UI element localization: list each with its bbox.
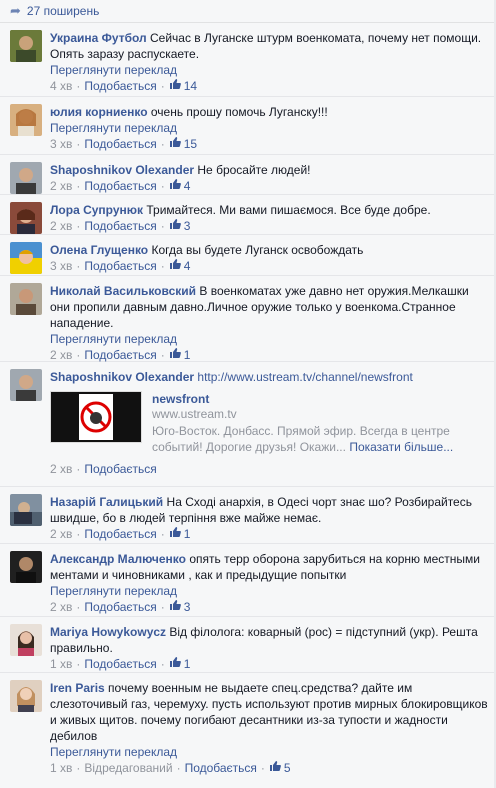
avatar[interactable] xyxy=(10,202,42,234)
translate-link[interactable]: Переглянути переклад xyxy=(50,744,488,760)
show-more-link[interactable]: Показати більше... xyxy=(349,440,453,454)
like-button[interactable]: Подобається xyxy=(84,461,156,478)
like-count[interactable]: 1 xyxy=(184,656,191,673)
like-button[interactable]: Подобається xyxy=(84,656,156,673)
like-count[interactable]: 4 xyxy=(184,178,191,195)
comment-text: Не бросайте людей! xyxy=(197,163,311,177)
like-button[interactable]: Подобається xyxy=(84,526,156,543)
avatar[interactable] xyxy=(10,162,42,194)
like-button[interactable]: Подобається xyxy=(84,78,156,95)
comment-time[interactable]: 2 хв xyxy=(50,526,72,543)
like-count[interactable]: 5 xyxy=(284,760,291,777)
comment: Mariya Howykowycz Від філолога: коварный… xyxy=(0,617,496,673)
avatar[interactable] xyxy=(10,30,42,62)
comment-time[interactable]: 1 хв xyxy=(50,760,72,777)
comment-time[interactable]: 2 хв xyxy=(50,461,72,478)
avatar[interactable] xyxy=(10,680,42,712)
translate-link[interactable]: Переглянути переклад xyxy=(50,583,488,599)
comment-author[interactable]: Украина Футбол xyxy=(50,31,147,45)
like-button[interactable]: Подобається xyxy=(84,258,156,275)
comment: Shaposhnikov Olexander http://www.ustrea… xyxy=(0,362,496,487)
comment: юлия корниенко очень прошу помочь Луганс… xyxy=(0,97,496,155)
like-button[interactable]: Подобається xyxy=(84,136,156,153)
comment-author[interactable]: Shaposhnikov Olexander xyxy=(50,370,194,384)
comment: Украина Футбол Сейчас в Луганске штурм в… xyxy=(0,23,496,97)
thumbs-up-icon xyxy=(169,599,181,616)
like-button[interactable]: Подобається xyxy=(84,178,156,195)
comment-author[interactable]: Олена Глущенко xyxy=(50,243,148,257)
comment-text: Тримайтеся. Ми вами пишаємося. Все буде … xyxy=(146,203,431,217)
comment-time[interactable]: 2 хв xyxy=(50,218,72,235)
shares-bar[interactable]: ➦ 27 поширень xyxy=(0,0,496,23)
comment: Николай Васильковский В военкоматах уже … xyxy=(0,276,496,362)
avatar[interactable] xyxy=(10,369,42,401)
comment-author[interactable]: Shaposhnikov Olexander xyxy=(50,163,194,177)
comment-time[interactable]: 3 хв xyxy=(50,136,72,153)
translate-link[interactable]: Переглянути переклад xyxy=(50,120,488,136)
comment: Shaposhnikov Olexander Не бросайте людей… xyxy=(0,155,496,195)
comment-time[interactable]: 4 хв xyxy=(50,78,72,95)
like-button[interactable]: Подобається xyxy=(84,218,156,235)
link-preview[interactable]: newsfront www.ustream.tv Юго-Восток. Дон… xyxy=(50,391,488,455)
thumbs-up-icon xyxy=(169,136,181,153)
translate-link[interactable]: Переглянути переклад xyxy=(50,62,488,78)
thumbs-up-icon xyxy=(269,760,281,777)
thumbs-up-icon xyxy=(169,178,181,195)
comment-time[interactable]: 2 хв xyxy=(50,599,72,616)
comment: Олена Глущенко Когда вы будете Луганск о… xyxy=(0,235,496,276)
shares-count[interactable]: 27 поширень xyxy=(27,4,99,18)
like-button[interactable]: Подобається xyxy=(84,599,156,616)
avatar[interactable] xyxy=(10,242,42,274)
thumbs-up-icon xyxy=(169,656,181,673)
share-arrow-icon: ➦ xyxy=(10,3,21,18)
like-count[interactable]: 14 xyxy=(184,78,197,95)
comment-time[interactable]: 2 хв xyxy=(50,178,72,195)
thumbs-up-icon xyxy=(169,258,181,275)
thumbs-up-icon xyxy=(169,526,181,543)
avatar[interactable] xyxy=(10,494,42,526)
comment-text: почему военным не выдаете спец.средства?… xyxy=(50,681,488,743)
preview-title[interactable]: newsfront xyxy=(152,391,472,407)
comment-time[interactable]: 3 хв xyxy=(50,258,72,275)
like-count[interactable]: 15 xyxy=(184,136,197,153)
preview-url: www.ustream.tv xyxy=(152,407,237,421)
comment-author[interactable]: юлия корниенко xyxy=(50,105,148,119)
comment-author[interactable]: Iren Paris xyxy=(50,681,105,695)
translate-link[interactable]: Переглянути переклад xyxy=(50,331,488,347)
avatar[interactable] xyxy=(10,283,42,315)
comment-author[interactable]: Лора Супрунюк xyxy=(50,203,143,217)
like-count[interactable]: 4 xyxy=(184,258,191,275)
like-button[interactable]: Подобається xyxy=(185,760,257,777)
avatar[interactable] xyxy=(10,624,42,656)
like-count[interactable]: 3 xyxy=(184,218,191,235)
like-count[interactable]: 1 xyxy=(184,526,191,543)
thumbs-up-icon xyxy=(169,218,181,235)
comment-author[interactable]: Назарій Галицький xyxy=(50,495,163,509)
avatar[interactable] xyxy=(10,551,42,583)
comment: Лора Супрунюк Тримайтеся. Ми вами пишаєм… xyxy=(0,195,496,235)
comment: Iren Paris почему военным не выдаете спе… xyxy=(0,673,496,779)
thumbs-up-icon xyxy=(169,78,181,95)
like-count[interactable]: 3 xyxy=(184,599,191,616)
avatar[interactable] xyxy=(10,104,42,136)
comment-text: очень прошу помочь Луганску!!! xyxy=(150,105,328,119)
comment-time[interactable]: 1 хв xyxy=(50,656,72,673)
comment: Александр Малюченко опять терр оборона з… xyxy=(0,544,496,617)
comment-author[interactable]: Александр Малюченко xyxy=(50,552,186,566)
comment-link[interactable]: http://www.ustream.tv/channel/newsfront xyxy=(197,370,412,384)
preview-thumbnail[interactable] xyxy=(50,391,142,443)
edited-label[interactable]: Відредагований xyxy=(84,760,172,777)
comment-author[interactable]: Mariya Howykowycz xyxy=(50,625,166,639)
comment-author[interactable]: Николай Васильковский xyxy=(50,284,196,298)
comment: Назарій Галицький На Сході анархія, в Од… xyxy=(0,487,496,544)
comment-text: Когда вы будете Луганск освобождать xyxy=(151,243,364,257)
